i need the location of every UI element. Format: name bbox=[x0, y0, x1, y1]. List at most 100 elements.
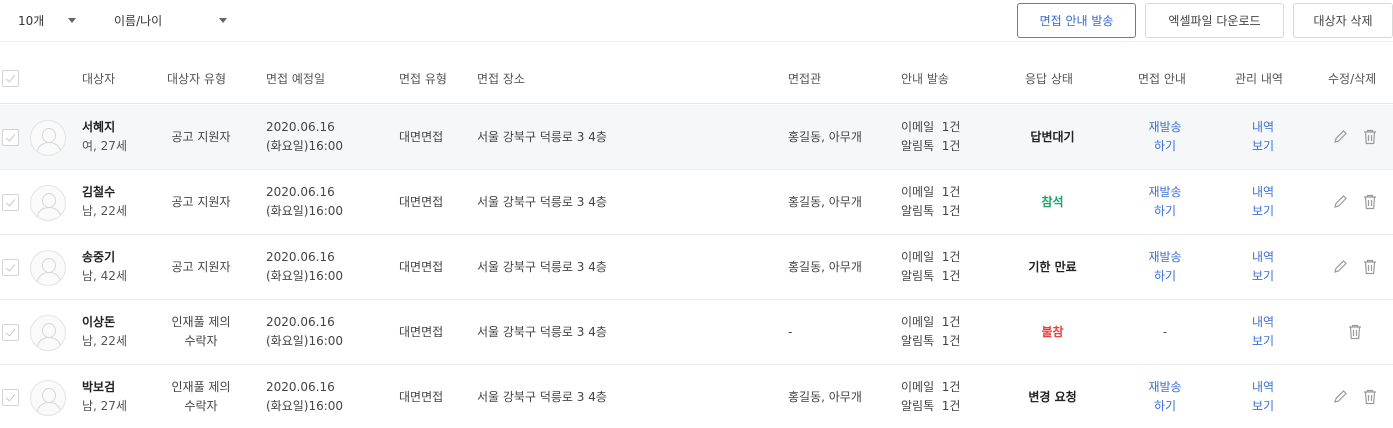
resend-link[interactable]: 재발송 하기 bbox=[1148, 248, 1181, 286]
type-cell: 공고 지원자 bbox=[155, 170, 247, 234]
place-cell: 서울 강북구 덕릉로 3 4층 bbox=[477, 300, 607, 364]
target-cell: 박보검 남, 27세 bbox=[82, 365, 127, 428]
row-checkbox[interactable] bbox=[2, 389, 19, 406]
resend-line-2: 하기 bbox=[1153, 269, 1177, 283]
target-name[interactable]: 박보검 bbox=[82, 378, 127, 397]
date-cell: 2020.06.16 (화요일)16:00 bbox=[266, 365, 343, 428]
notice-email: 이메일 1건 bbox=[901, 250, 961, 264]
target-cell: 송중기 남, 42세 bbox=[82, 235, 127, 299]
sort-select[interactable]: 이름/나이 bbox=[114, 9, 230, 31]
trash-icon[interactable] bbox=[1361, 192, 1379, 212]
excel-download-button[interactable]: 엑셀파일 다운로드 bbox=[1145, 3, 1284, 38]
table-row: 이상돈 남, 22세 인재풀 제의 수락자 2020.06.16 (화요일)16… bbox=[0, 300, 1393, 365]
target-cell: 서혜지 여, 27세 bbox=[82, 105, 127, 169]
history-line-1: 내역 bbox=[1251, 380, 1275, 394]
target-name[interactable]: 송중기 bbox=[82, 248, 127, 267]
response-cell: 불참 bbox=[1000, 300, 1105, 364]
target-name[interactable]: 김철수 bbox=[82, 183, 127, 202]
notice-cell: 이메일 1건 알림톡 1건 bbox=[901, 300, 960, 364]
place-cell: 서울 강북구 덕릉로 3 4층 bbox=[477, 170, 607, 234]
table-row: 박보검 남, 27세 인재풀 제의 수락자 2020.06.16 (화요일)16… bbox=[0, 365, 1393, 428]
interviewer-cell: 홍길동, 아무개 bbox=[788, 365, 862, 428]
interview-type-value: 대면면접 bbox=[399, 259, 444, 274]
row-checkbox[interactable] bbox=[2, 129, 19, 146]
target-name[interactable]: 서혜지 bbox=[82, 118, 127, 137]
place-cell: 서울 강북구 덕릉로 3 4층 bbox=[477, 235, 607, 299]
pencil-icon[interactable] bbox=[1331, 257, 1349, 277]
history-line-2: 보기 bbox=[1251, 269, 1275, 283]
notice-alimtalk: 알림톡 1건 bbox=[901, 399, 961, 413]
history-cell: 내역 보기 bbox=[1218, 105, 1308, 169]
type-line-2: 수락자 bbox=[184, 399, 218, 413]
trash-icon[interactable] bbox=[1361, 387, 1379, 407]
interviewer-cell: - bbox=[788, 300, 792, 364]
column-header-type: 대상자 유형 bbox=[167, 72, 227, 86]
notice-email: 이메일 1건 bbox=[901, 185, 961, 199]
interview-type-value: 대면면접 bbox=[399, 129, 444, 144]
notice-cell: 이메일 1건 알림톡 1건 bbox=[901, 170, 960, 234]
date-cell: 2020.06.16 (화요일)16:00 bbox=[266, 235, 343, 299]
column-header-target: 대상자 bbox=[82, 72, 116, 86]
resend-line-1: 재발송 bbox=[1148, 120, 1182, 134]
history-link[interactable]: 내역 보기 bbox=[1252, 313, 1274, 351]
date-cell: 2020.06.16 (화요일)16:00 bbox=[266, 300, 343, 364]
type-cell: 공고 지원자 bbox=[155, 105, 247, 169]
history-link[interactable]: 내역 보기 bbox=[1252, 378, 1274, 416]
resend-line-2: 하기 bbox=[1153, 139, 1177, 153]
resend-link[interactable]: - bbox=[1163, 323, 1167, 342]
type-line-1: 공고 지원자 bbox=[171, 194, 231, 209]
date-cell: 2020.06.16 (화요일)16:00 bbox=[266, 105, 343, 169]
row-checkbox[interactable] bbox=[2, 194, 19, 211]
delete-target-button[interactable]: 대상자 삭제 bbox=[1293, 3, 1393, 38]
trash-icon[interactable] bbox=[1361, 127, 1379, 147]
place-value: 서울 강북구 덕릉로 3 4층 bbox=[477, 129, 607, 144]
pencil-icon[interactable] bbox=[1331, 387, 1349, 407]
date-line-2: (화요일)16:00 bbox=[266, 269, 344, 283]
trash-icon[interactable] bbox=[1346, 322, 1364, 342]
notice-cell: 이메일 1건 알림톡 1건 bbox=[901, 365, 960, 428]
target-cell: 이상돈 남, 22세 bbox=[82, 300, 127, 364]
date-line-1: 2020.06.16 bbox=[266, 380, 335, 394]
date-line-1: 2020.06.16 bbox=[266, 120, 335, 134]
response-status: 참석 bbox=[1041, 194, 1064, 209]
row-checkbox[interactable] bbox=[2, 259, 19, 276]
page-size-select[interactable]: 10개 bbox=[18, 9, 84, 31]
place-value: 서울 강북구 덕릉로 3 4층 bbox=[477, 389, 607, 404]
history-line-2: 보기 bbox=[1251, 399, 1275, 413]
history-line-1: 내역 bbox=[1251, 185, 1275, 199]
column-header-place: 면접 장소 bbox=[477, 72, 525, 86]
pencil-icon[interactable] bbox=[1331, 192, 1349, 212]
resend-line-1: - bbox=[1162, 324, 1168, 339]
resend-line-1: 재발송 bbox=[1148, 250, 1182, 264]
history-link[interactable]: 내역 보기 bbox=[1252, 183, 1274, 221]
date-line-1: 2020.06.16 bbox=[266, 250, 335, 264]
pencil-icon[interactable] bbox=[1331, 127, 1349, 147]
trash-icon[interactable] bbox=[1361, 257, 1379, 277]
column-header-interview-notice: 면접 안내 bbox=[1138, 72, 1186, 86]
column-header-edit-delete: 수정/삭제 bbox=[1328, 72, 1377, 86]
column-header-response: 응답 상태 bbox=[1025, 72, 1073, 86]
place-cell: 서울 강북구 덕릉로 3 4층 bbox=[477, 105, 607, 169]
interviewer-value: 홍길동, 아무개 bbox=[788, 389, 862, 404]
row-checkbox[interactable] bbox=[2, 324, 19, 341]
target-name[interactable]: 이상돈 bbox=[82, 313, 127, 332]
history-link[interactable]: 내역 보기 bbox=[1252, 248, 1274, 286]
resend-link[interactable]: 재발송 하기 bbox=[1148, 183, 1181, 221]
history-cell: 내역 보기 bbox=[1218, 365, 1308, 428]
resend-link[interactable]: 재발송 하기 bbox=[1148, 378, 1181, 416]
history-link[interactable]: 내역 보기 bbox=[1252, 118, 1274, 156]
resend-link[interactable]: 재발송 하기 bbox=[1148, 118, 1181, 156]
interviewer-cell: 홍길동, 아무개 bbox=[788, 235, 862, 299]
notice-email: 이메일 1건 bbox=[901, 120, 961, 134]
interview-type-cell: 대면면접 bbox=[399, 105, 443, 169]
interviewer-value: 홍길동, 아무개 bbox=[788, 194, 862, 209]
select-all-checkbox[interactable] bbox=[2, 70, 19, 87]
table-row: 송중기 남, 42세 공고 지원자 2020.06.16 (화요일)16:00 … bbox=[0, 235, 1393, 300]
table-row: 서혜지 여, 27세 공고 지원자 2020.06.16 (화요일)16:00 … bbox=[0, 105, 1393, 170]
page-size-value: 10개 bbox=[18, 13, 45, 28]
notice-email: 이메일 1건 bbox=[901, 315, 961, 329]
user-avatar-icon bbox=[30, 120, 66, 156]
target-info: 남, 27세 bbox=[82, 399, 127, 413]
chevron-down-icon bbox=[219, 18, 227, 23]
send-invite-button[interactable]: 면접 안내 발송 bbox=[1017, 3, 1136, 38]
